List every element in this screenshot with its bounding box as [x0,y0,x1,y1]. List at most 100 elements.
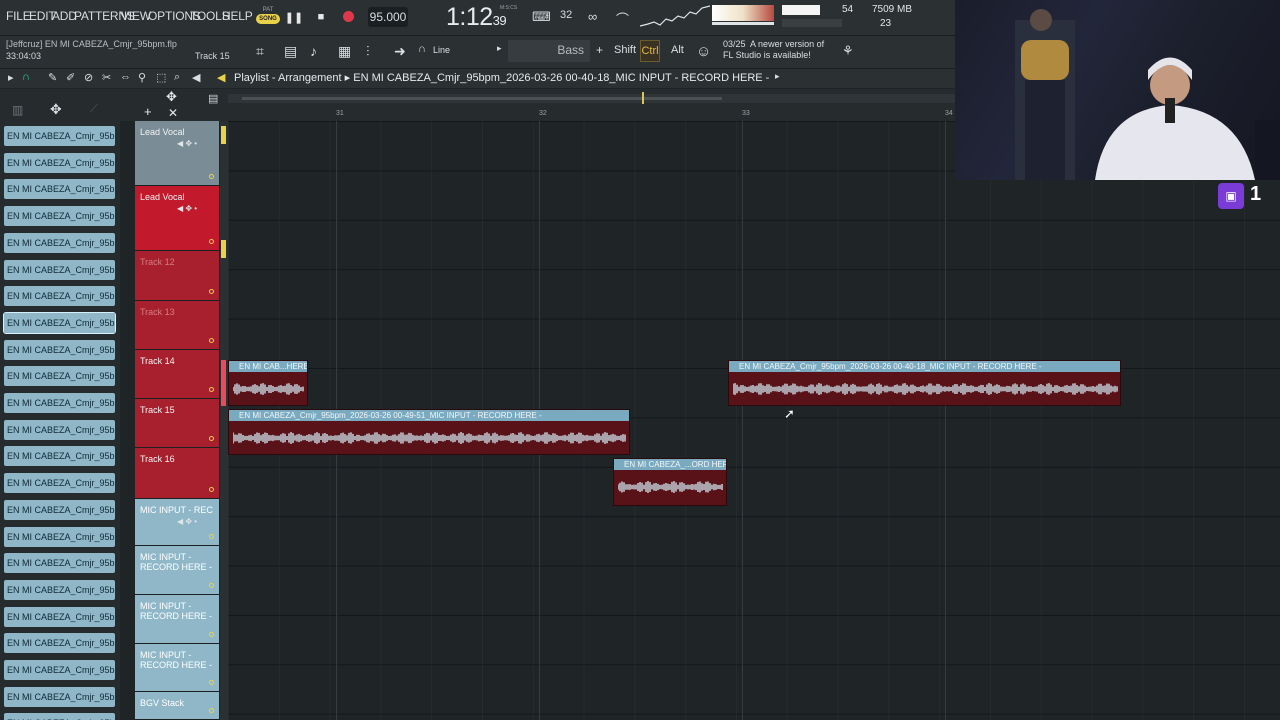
track-header[interactable]: Lead Vocal ◀ ✥ • [135,121,219,186]
arrow-right-icon[interactable]: ➜ [394,43,406,60]
update-notice[interactable]: 03/25 A newer version of FL Studio is av… [723,39,824,61]
track-header[interactable]: Track 15 [135,399,219,448]
browser-clip-item[interactable]: EN MI CABEZA_Cmjr_95bp... [4,126,115,146]
track-header[interactable]: MIC INPUT - REC ◀ ✥ • [135,499,219,546]
track-controls-icon[interactable]: ◀ ✥ • [177,204,197,213]
mixer-icon[interactable]: ⫶ [366,43,370,60]
paint-tool-icon[interactable]: ✐ [66,71,75,84]
add-track-icon[interactable]: + [144,104,152,119]
track-select-dot[interactable] [209,680,214,685]
playlist-icon[interactable]: ▤ [284,43,297,60]
add-preset-icon[interactable]: + [596,43,603,57]
browser-clip-item[interactable]: EN MI CABEZA_Cmjr_95bp... [3,311,116,334]
track-select-dot[interactable] [209,338,214,343]
track-select-dot[interactable] [209,583,214,588]
mute-tool-icon[interactable]: ✂ [102,71,111,84]
browser-clip-item[interactable]: EN MI CABEZA_Cmjr_95bp... [4,366,115,387]
track-select-dot[interactable] [209,174,214,179]
slip-tool-icon[interactable]: ⇔ [120,71,131,83]
track-select-dot[interactable] [209,487,214,492]
browser-clip-item[interactable]: EN MI CABEZA_Cmjr_95bp... [4,259,115,280]
track-header[interactable]: Lead Vocal ◀ ✥ • [135,186,219,251]
pause-button[interactable]: ❚❚ [285,9,303,25]
audio-clip[interactable]: EN MI CABEZA_Cmjr_95bpm_2026-03-26 00-40… [728,360,1121,406]
piano-roll-icon[interactable]: ♪ [310,43,317,59]
pattern-number[interactable]: 32 [560,9,572,21]
master-volume-slider[interactable] [712,22,774,25]
browser-clip-item[interactable]: EN MI CABEZA_Cmjr_95bp... [4,686,115,707]
metronome-icon[interactable]: ⌒ [616,9,629,28]
clip-label[interactable]: EN MI CABEZA_Cmjr_95bpm_2026-03-26 00-40… [729,361,1120,372]
browser-clip-item[interactable]: EN MI CABEZA_Cmjr_95bp... [4,286,115,307]
browser-clip-item[interactable]: EN MI CABEZA_Cmjr_95bp... [4,579,115,600]
stop-button[interactable]: ■ [313,9,329,25]
track-select-dot[interactable] [209,239,214,244]
browser-clip-item[interactable]: EN MI CABEZA_Cmjr_95bp... [4,339,115,360]
track-header[interactable]: MIC INPUT - RECORD HERE - [135,644,219,692]
menu-file[interactable]: FILE [6,9,31,23]
track-controls-icon[interactable]: ◀ ✥ • [177,139,197,148]
browser-clip-item[interactable]: EN MI CABEZA_Cmjr_95bp... [4,713,115,720]
browser-clip-item[interactable]: EN MI CABEZA_Cmjr_95bp... [4,606,115,627]
clip-label[interactable]: EN MI CABEZA_Cmjr_95bpm_2026-03-26 00-49… [229,410,629,421]
track-controls-icon[interactable]: ◀ ✥ • [177,517,197,526]
fl-fruit-icon[interactable]: ⚘ [842,43,854,59]
audio-clip[interactable]: EN MI CAB...HERE - [228,360,308,406]
browser-clip-item[interactable]: EN MI CABEZA_Cmjr_95bp... [4,152,115,173]
track-header[interactable]: MIC INPUT - RECORD HERE - [135,546,219,595]
track-header[interactable]: Track 16 [135,448,219,499]
current-pattern[interactable]: EN MI CABEZA_Cmjr_95bpm_2026-03-26 00-40… [353,72,769,84]
track-select-dot[interactable] [209,387,214,392]
typing-keyboard-icon[interactable]: ⌨ [532,9,551,25]
browser-clip-item[interactable]: EN MI CABEZA_Cmjr_95bp... [4,660,115,680]
audio-clip[interactable]: EN MI CABEZA_...ORD HERE - [613,458,727,506]
record-button[interactable] [343,11,354,22]
move-track-icon[interactable]: ✥ [166,89,177,105]
preset-selector[interactable]: Bass [508,40,590,62]
browser-clip-item[interactable]: EN MI CABEZA_Cmjr_95bp... [4,499,115,520]
track-select-dot[interactable] [209,632,214,637]
alt-key[interactable]: Alt [671,44,684,56]
snap-mode[interactable]: Line [433,45,450,55]
track-header[interactable]: BGV Stack [135,692,219,720]
delete-tool-icon[interactable]: ⊘ [84,71,93,84]
clip-label[interactable]: EN MI CAB...HERE - [229,361,307,372]
track-select-dot[interactable] [209,534,214,539]
browser-clip-item[interactable]: EN MI CABEZA_Cmjr_95bp... [4,526,115,547]
zoom-tool-icon[interactable]: ⌕ [174,71,180,84]
snap-icon[interactable]: ⌗ [256,43,264,60]
tempo-display[interactable]: 95.000 [368,7,408,27]
clip-label[interactable]: EN MI CABEZA_...ORD HERE - [614,459,726,470]
pattern-dropdown-icon[interactable]: ▸ [775,71,780,82]
menu-help[interactable]: HELP [222,9,253,23]
channel-rack-icon[interactable]: ▦ [338,43,351,60]
draw-tool-icon[interactable]: ✎ [48,71,57,84]
song-position-clock[interactable]: 1:1239 [446,3,507,32]
track-header[interactable]: Track 13 [135,301,219,350]
browser-clip-item[interactable]: EN MI CABEZA_Cmjr_95bp... [4,446,115,467]
slice-tool-icon[interactable]: ⚲ [138,71,146,84]
browser-clip-item[interactable]: EN MI CABEZA_Cmjr_95bp... [4,473,115,494]
track-select-dot[interactable] [209,289,214,294]
browser-clip-item[interactable]: EN MI CABEZA_Cmjr_95bp... [4,179,115,200]
browser-move-icon[interactable]: ✥ [50,101,62,118]
loop-record-icon[interactable]: ∞ [588,9,597,24]
playback-tool-icon[interactable]: ◀ [192,71,200,84]
track-header[interactable]: MIC INPUT - RECORD HERE - [135,595,219,644]
browser-clip-item[interactable]: EN MI CABEZA_Cmjr_95bp... [4,393,115,413]
track-select-dot[interactable] [209,436,214,441]
browser-clip-item[interactable]: EN MI CABEZA_Cmjr_95bp... [4,232,115,253]
track-select-dot[interactable] [209,708,214,713]
scroll-thumb[interactable] [242,97,722,100]
magnet-snap-icon[interactable]: ∩ [22,71,30,83]
select-tool-icon[interactable]: ⬚ [156,71,166,84]
play-arrow-icon[interactable]: ▸ [8,71,14,84]
browser-clip-item[interactable]: EN MI CABEZA_Cmjr_95bp... [4,553,115,574]
track-header[interactable]: Track 14 [135,350,219,399]
shift-key[interactable]: Shift [614,44,636,56]
audio-clip[interactable]: EN MI CABEZA_Cmjr_95bpm_2026-03-26 00-49… [228,409,630,455]
track-options-icon[interactable]: ▤ [208,92,218,105]
magnet-icon[interactable]: ∩ [418,43,426,55]
track-header[interactable]: Track 12 [135,251,219,301]
overview-scrollbar[interactable] [228,92,955,104]
